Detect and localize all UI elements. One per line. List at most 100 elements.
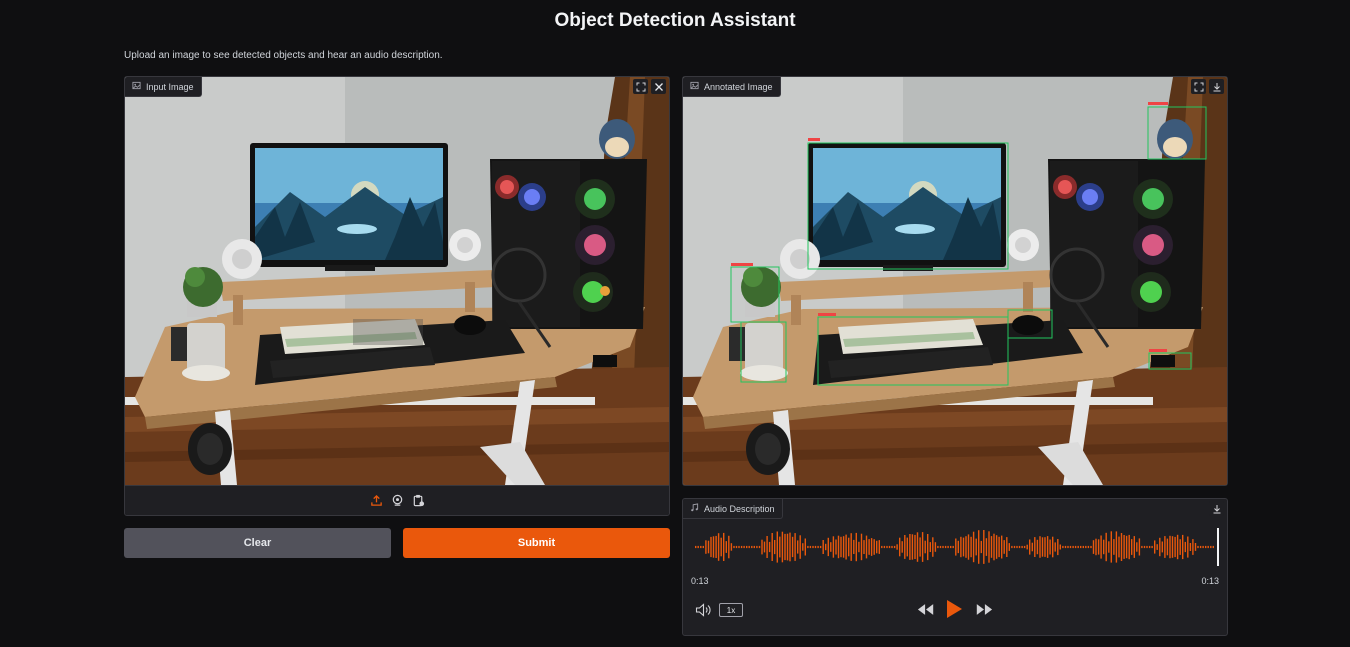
waveform-bar: [1156, 544, 1158, 550]
waveform-bar: [942, 545, 944, 549]
waveform-bar: [1199, 545, 1202, 549]
webcam-button[interactable]: [391, 494, 404, 507]
waveform-bar: [1171, 536, 1174, 558]
waveform-bar: [781, 531, 784, 563]
waveform-bar: [723, 532, 725, 561]
waveform-bar: [1164, 536, 1166, 558]
waveform-bar: [710, 536, 712, 558]
waveform-bar: [763, 541, 766, 553]
current-time: 0:13: [691, 576, 709, 586]
waveform-bar: [1018, 545, 1021, 549]
download-icon: [1212, 504, 1222, 514]
waveform-bar: [802, 543, 804, 551]
waveform-bar: [1023, 545, 1026, 549]
waveform-bar: [1103, 539, 1105, 555]
waveform-bar: [746, 545, 748, 549]
total-time: 0:13: [1201, 576, 1219, 586]
waveform-bar: [868, 539, 870, 555]
waveform-bar: [845, 534, 847, 560]
waveform-bar: [1125, 535, 1128, 559]
input-image-panel[interactable]: Input Image: [124, 76, 670, 516]
waveform-bar: [988, 531, 990, 563]
fullscreen-button[interactable]: [1191, 79, 1206, 94]
clear-button[interactable]: Clear: [124, 528, 391, 558]
waveform-bar: [1067, 545, 1069, 549]
waveform-bar: [1207, 545, 1209, 549]
audio-download-button[interactable]: [1209, 501, 1224, 516]
waveform-bar: [779, 536, 781, 558]
fullscreen-button[interactable]: [633, 79, 648, 94]
waveform-bar: [761, 539, 763, 555]
waveform-bar: [865, 535, 868, 559]
waveform-bar: [1097, 539, 1100, 555]
waveform-bar: [1077, 545, 1079, 549]
waveform-bar: [1013, 545, 1016, 549]
waveform-bar: [1062, 545, 1064, 549]
waveform-bar: [1029, 539, 1031, 555]
waveform-bar: [1197, 545, 1199, 549]
waveform-bar: [901, 541, 903, 553]
playback-speed-button[interactable]: 1x: [719, 603, 743, 617]
upload-button[interactable]: [370, 494, 383, 507]
waveform-bar: [1003, 540, 1005, 554]
input-image-label-badge: Input Image: [125, 77, 202, 97]
waveform-bar: [929, 542, 931, 552]
play-button[interactable]: [945, 599, 965, 621]
waveform-bar: [1115, 531, 1118, 563]
waveform-bar: [960, 536, 962, 558]
waveform-bar: [728, 535, 730, 559]
waveform-bar: [1054, 542, 1056, 552]
annotated-image-label-badge: Annotated Image: [683, 77, 781, 97]
waveform-bar: [1008, 543, 1010, 551]
waveform-bar: [758, 545, 761, 549]
waveform-bar: [725, 541, 727, 553]
waveform-bar: [848, 537, 850, 557]
waveform-bar: [702, 545, 704, 549]
volume-button[interactable]: [695, 603, 713, 617]
waveform-bar: [909, 534, 911, 560]
waveform-bar: [1052, 536, 1054, 558]
audio-waveform[interactable]: [691, 527, 1221, 567]
waveform-bar: [799, 535, 801, 559]
clear-image-button[interactable]: [651, 79, 666, 94]
waveform-bar: [876, 540, 878, 554]
waveform-bar: [1123, 535, 1125, 559]
waveform-bar: [712, 536, 715, 558]
waveform-bar: [985, 538, 988, 556]
waveform-bar: [990, 536, 993, 558]
waveform-bar: [921, 532, 924, 562]
waveform-bar: [1184, 541, 1186, 553]
waveform-bar: [1169, 535, 1171, 559]
waveform-bar: [878, 540, 880, 554]
waveform-bar: [1113, 539, 1115, 555]
waveform-bar: [1095, 538, 1097, 556]
waveform-bar: [1080, 545, 1082, 549]
waveform-bar: [939, 545, 942, 549]
waveform-bar: [1036, 539, 1039, 555]
waveform-bar: [1049, 539, 1051, 555]
waveform-bar: [1085, 545, 1087, 549]
waveform-bar: [753, 545, 755, 549]
waveform-bar: [1146, 545, 1148, 549]
image-icon: [132, 81, 141, 92]
waveform-bar: [853, 539, 855, 554]
waveform-bar: [1108, 541, 1110, 553]
waveform-bar: [937, 545, 939, 549]
waveform-bar: [1069, 545, 1072, 549]
waveform-bar: [957, 540, 959, 554]
waveform-bar: [1141, 545, 1143, 549]
playhead-cursor[interactable]: [1217, 528, 1219, 566]
waveform-bar: [1039, 536, 1041, 558]
waveform-bar: [1082, 545, 1084, 549]
waveform-bar: [1064, 545, 1067, 549]
waveform-bar: [751, 545, 753, 549]
submit-button[interactable]: Submit: [403, 528, 670, 558]
paste-clipboard-button[interactable]: [412, 494, 425, 507]
waveform-bar: [809, 545, 812, 549]
waveform-bar: [1131, 539, 1133, 555]
fast-forward-button[interactable]: [975, 603, 995, 617]
download-button[interactable]: [1209, 79, 1224, 94]
waveform-bar: [891, 545, 893, 549]
page-title: Object Detection Assistant: [554, 10, 796, 31]
rewind-button[interactable]: [917, 603, 937, 617]
